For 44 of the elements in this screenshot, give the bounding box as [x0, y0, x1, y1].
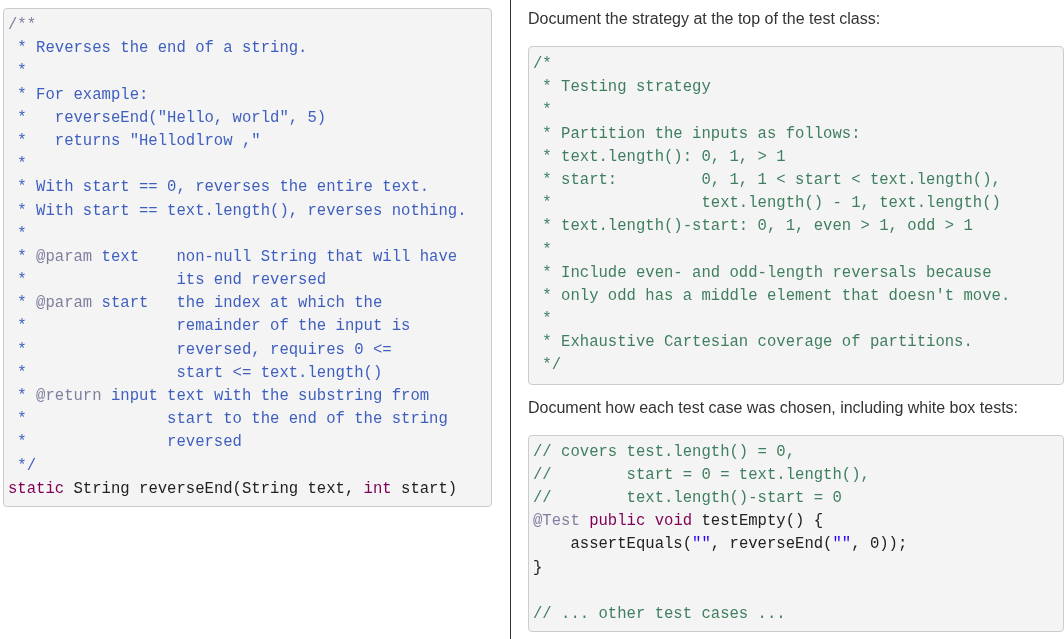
- code-line: // text.length()-start = 0: [533, 488, 843, 509]
- code-line: * reversed: [16, 432, 243, 454]
- code-line: * only odd has a middle element that doesn't move.: [541, 285, 1012, 307]
- code-line: */: [16, 455, 38, 477]
- code-line: /**: [8, 15, 38, 36]
- code-line: *: [541, 100, 553, 122]
- code-line: * text.length() - 1, text.length(): [541, 193, 1002, 215]
- code-line: // ... other test cases ...: [533, 603, 787, 625]
- instruction-text: Document how each test case was chosen, including white box tests:: [528, 397, 1020, 418]
- code-line: assertEquals("", reverseEnd("", 0));: [569, 534, 909, 556]
- code-line: *: [16, 61, 28, 83]
- code-line: * text.length(): 0, 1, > 1: [541, 146, 787, 168]
- code-line: * returns "Hellodlrow ,": [16, 130, 262, 152]
- code-line: * For example:: [16, 84, 150, 106]
- code-line: static String reverseEnd(String text, int start): [8, 478, 459, 500]
- code-line: * start <= text.length(): [16, 362, 384, 384]
- code-line: * remainder of the input is: [16, 316, 412, 338]
- code-line: * reversed, requires 0 <=: [16, 339, 393, 361]
- code-line: * reverseEnd("Hello, world", 5): [16, 107, 328, 129]
- code-line: * Exhaustive Cartesian coverage of partitions.: [541, 332, 974, 354]
- code-line: // covers test.length() = 0,: [533, 441, 797, 463]
- code-line: * With start == 0, reverses the entire text.: [16, 177, 431, 199]
- code-line: *: [541, 309, 553, 331]
- code-line: * start: 0, 1, 1 < start < text.length(),: [541, 169, 1002, 191]
- code-line: * Partition the inputs as follows:: [541, 123, 862, 145]
- code-line: * Reverses the end of a string.: [16, 38, 309, 60]
- code-line: @Test public void testEmpty() {: [533, 511, 825, 533]
- code-line: *: [16, 223, 28, 245]
- instruction-text: Document the strategy at the top of the test class:: [528, 9, 882, 29]
- code-line: * With start == text.length(), reverses nothing.: [16, 200, 468, 222]
- code-line: */: [541, 355, 563, 377]
- code-line: * @param text non-null String that will have: [16, 246, 459, 268]
- code-line: * Include even- and odd-length reversals because: [541, 262, 993, 284]
- code-line: * @return input text with the substring from: [16, 386, 431, 407]
- code-line: * text.length()-start: 0, 1, even > 1, odd > 1: [541, 216, 974, 238]
- code-line: *: [541, 239, 553, 261]
- code-line: *: [16, 154, 28, 176]
- code-line: // start = 0 = text.length(),: [533, 464, 871, 486]
- code-line: /*: [533, 54, 553, 75]
- code-line: * @param start the index at which the: [16, 293, 384, 315]
- code-line: * Testing strategy: [541, 77, 712, 99]
- code-line: }: [533, 557, 544, 579]
- code-line: * start to the end of the string: [16, 409, 449, 431]
- code-line: * its end reversed: [16, 270, 328, 292]
